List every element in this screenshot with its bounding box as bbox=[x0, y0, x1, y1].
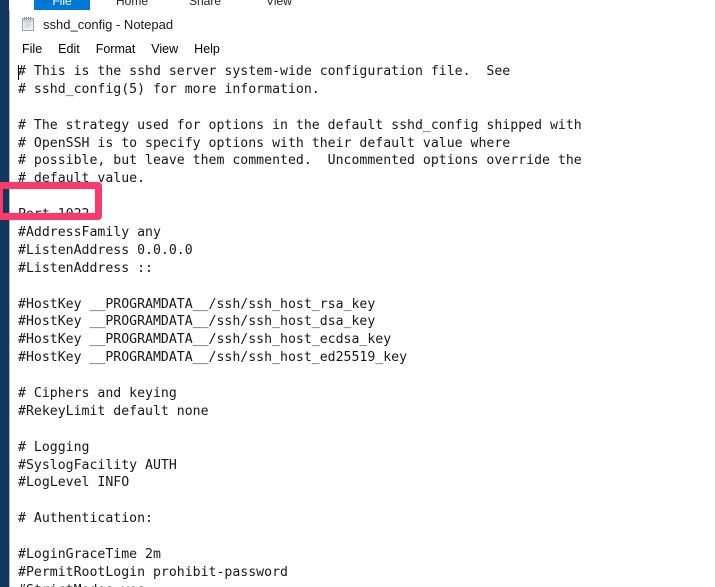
code-line: #HostKey __PROGRAMDATA__/ssh/ssh_host_ed… bbox=[18, 350, 408, 366]
code-line: #HostKey __PROGRAMDATA__/ssh/ssh_host_ds… bbox=[18, 314, 376, 330]
code-line: # This is the sshd server system-wide co… bbox=[18, 64, 511, 79]
menu-item-edit[interactable]: Edit bbox=[58, 42, 89, 56]
notepad-titlebar[interactable]: sshd_config - Notepad bbox=[10, 10, 715, 38]
notepad-icon bbox=[20, 16, 36, 32]
menu-item-view[interactable]: View bbox=[151, 42, 187, 56]
menu-item-format[interactable]: Format bbox=[96, 42, 145, 56]
code-line: #SyslogFacility AUTH bbox=[18, 457, 177, 473]
code-line: # OpenSSH is to specify options with the… bbox=[18, 135, 511, 151]
code-line: #ListenAddress :: bbox=[18, 260, 153, 276]
code-line: #AddressFamily any bbox=[18, 225, 161, 241]
explorer-navigation-pane bbox=[0, 0, 9, 587]
notepad-text-editor[interactable]: # This is the sshd server system-wide co… bbox=[10, 60, 715, 587]
text-caret bbox=[18, 65, 19, 80]
window-title: sshd_config - Notepad bbox=[43, 16, 174, 32]
code-line: #HostKey __PROGRAMDATA__/ssh/ssh_host_rs… bbox=[18, 296, 376, 312]
code-line: # Logging bbox=[18, 439, 90, 455]
code-line: #LogLevel INFO bbox=[18, 475, 130, 491]
menu-item-help[interactable]: Help bbox=[194, 42, 229, 56]
code-line: #PermitRootLogin prohibit-password bbox=[18, 564, 288, 580]
code-line: #LoginGraceTime 2m bbox=[18, 547, 161, 563]
code-line: #StrictModes yes bbox=[18, 582, 715, 587]
menu-item-file[interactable]: File bbox=[22, 42, 51, 56]
code-line: #RekeyLimit default none bbox=[18, 403, 209, 419]
code-line: #ListenAddress 0.0.0.0 bbox=[18, 242, 193, 258]
code-line: # possible, but leave them commented. Un… bbox=[18, 153, 582, 169]
code-line: # sshd_config(5) for more information. bbox=[18, 81, 320, 97]
code-line: # Authentication: bbox=[18, 511, 153, 527]
code-line: # The strategy used for options in the d… bbox=[18, 117, 582, 133]
code-line: # Ciphers and keying bbox=[18, 386, 177, 402]
notepad-menubar[interactable]: File Edit Format View Help bbox=[10, 38, 715, 60]
code-line: Port 1022 bbox=[18, 207, 90, 223]
code-line: # default value. bbox=[18, 171, 146, 187]
code-line: #HostKey __PROGRAMDATA__/ssh/ssh_host_ec… bbox=[18, 332, 392, 348]
notepad-window: sshd_config - Notepad File Edit Format View… bbox=[9, 10, 715, 587]
